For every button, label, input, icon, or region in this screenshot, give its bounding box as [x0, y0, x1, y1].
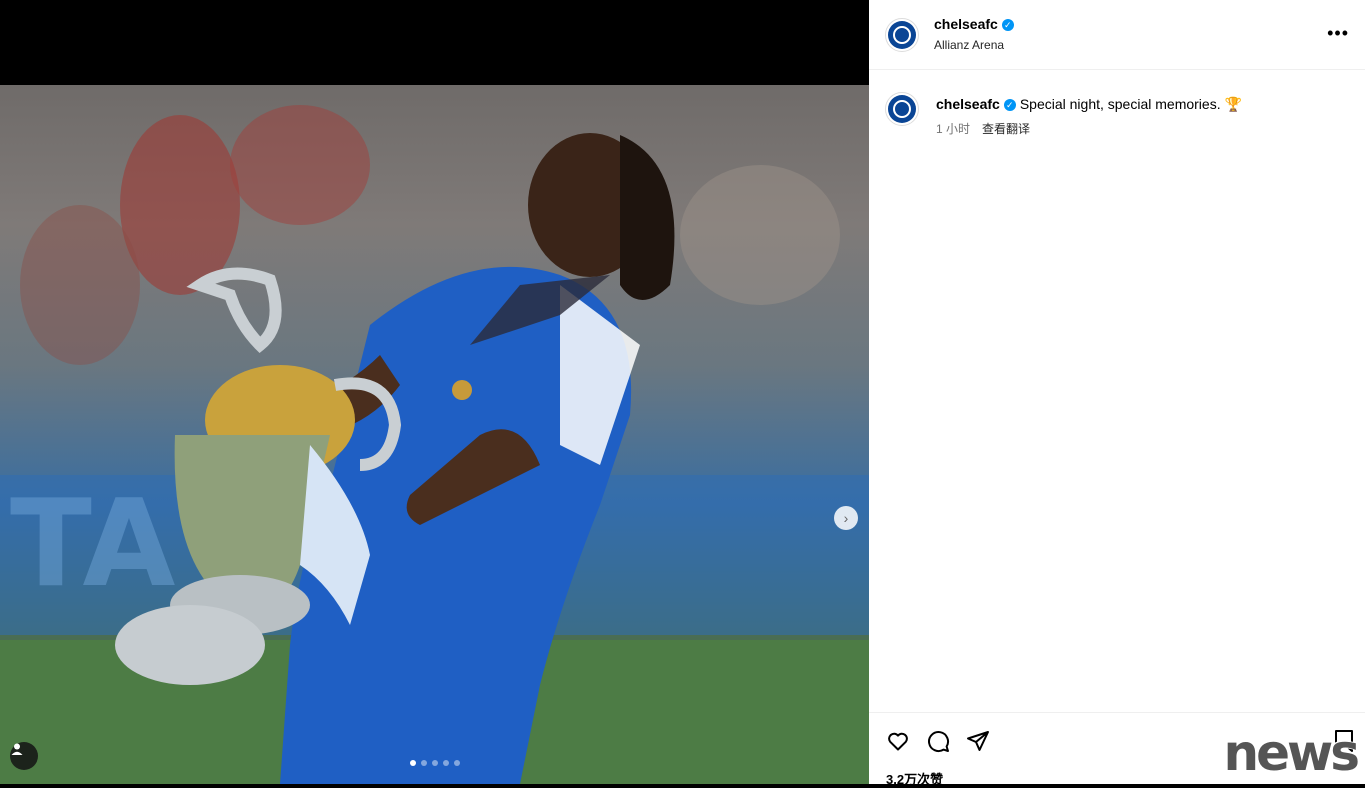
- share-icon[interactable]: [966, 729, 990, 753]
- carousel-indicators: [410, 760, 460, 766]
- player-with-trophy-image: TA: [0, 105, 869, 784]
- carousel-dot: [454, 760, 460, 766]
- caption-line: chelseafc ✓ Special night, special memorie…: [936, 96, 1242, 113]
- chevron-right-icon: ›: [843, 510, 849, 526]
- heart-icon[interactable]: [886, 729, 910, 753]
- more-options-icon: •••: [1327, 23, 1349, 43]
- post-photo: TA ›: [0, 85, 869, 784]
- verified-badge-icon: ✓: [1003, 99, 1016, 111]
- chelsea-crest-icon: [888, 21, 916, 49]
- carousel-dot: [410, 760, 416, 766]
- caption-username[interactable]: chelseafc: [936, 96, 1000, 112]
- carousel-dot: [443, 760, 449, 766]
- see-translation-link[interactable]: 查看翻译: [982, 122, 1030, 136]
- news-watermark: news: [1223, 724, 1360, 782]
- avatar[interactable]: [885, 18, 919, 52]
- more-options-button[interactable]: •••: [1327, 24, 1349, 42]
- verified-badge-icon: ✓: [1001, 19, 1014, 31]
- post-media: TA ›: [0, 0, 869, 784]
- post-time[interactable]: 1 小时: [936, 122, 970, 136]
- caption-avatar[interactable]: [885, 92, 919, 126]
- comment-icon[interactable]: [926, 729, 950, 753]
- carousel-dot: [432, 760, 438, 766]
- header-username[interactable]: chelseafc ✓: [934, 16, 1014, 32]
- likes-count[interactable]: 3.2万次赞: [886, 769, 943, 788]
- user-tag-button[interactable]: [10, 742, 38, 770]
- svg-text:TA: TA: [10, 475, 176, 614]
- user-tag-icon: [11, 743, 23, 755]
- caption-meta: 1 小时 查看翻译: [936, 120, 1030, 137]
- post-header: chelseafc ✓ Allianz Arena •••: [869, 0, 1365, 70]
- post-location[interactable]: Allianz Arena: [934, 38, 1004, 52]
- carousel-dot: [421, 760, 427, 766]
- chelsea-crest-icon: [888, 95, 916, 123]
- carousel-next-button[interactable]: ›: [834, 506, 858, 530]
- caption-text: Special night, special memories. 🏆: [1019, 96, 1242, 112]
- post-details-panel: chelseafc ✓ Allianz Arena ••• chelseafc ✓ S…: [869, 0, 1365, 787]
